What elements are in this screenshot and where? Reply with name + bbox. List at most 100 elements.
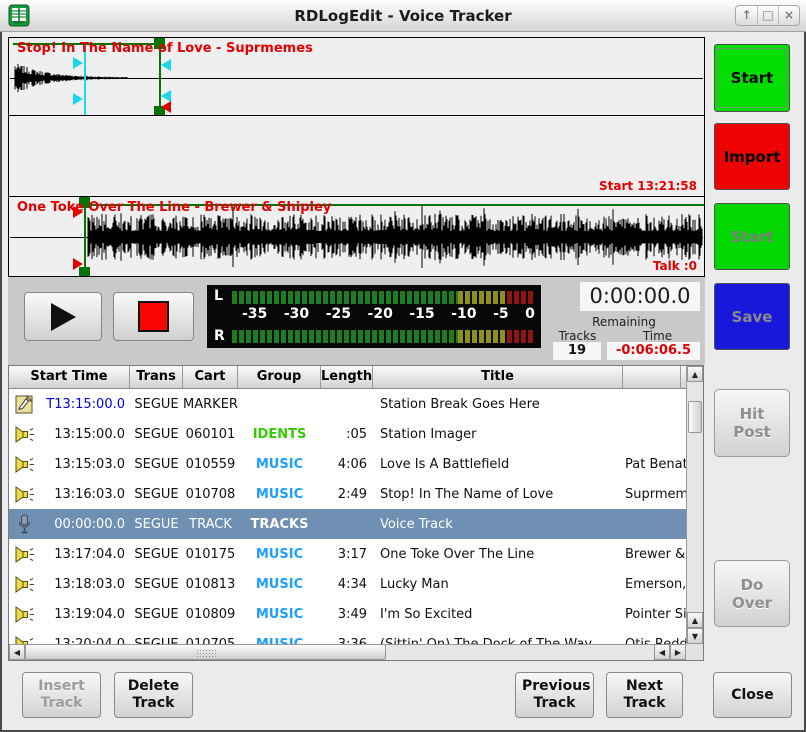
waveform-editor: Stop! In The Name of Love - Suprmemes St… xyxy=(8,37,705,277)
start-record-button[interactable]: Start xyxy=(714,44,790,112)
cell-length: 3:49 xyxy=(321,607,373,622)
remaining-tracks-value: 19 xyxy=(553,342,601,360)
cell-cart: 060101 xyxy=(183,427,238,442)
scroll-left-button[interactable]: ◀ xyxy=(9,644,25,660)
table-row[interactable]: 13:17:04.0SEGUE010175MUSIC3:17One Toke O… xyxy=(9,539,686,569)
cell-start-time: 13:15:00.0 xyxy=(36,427,130,442)
cell-length: 4:34 xyxy=(321,577,373,592)
maximize-window-button[interactable]: □ xyxy=(757,6,778,25)
cell-title: Station Break Goes Here xyxy=(373,397,623,412)
table-row[interactable]: 00:00:00.0SEGUETRACKTRACKSVoice Track xyxy=(9,509,686,539)
playhead-marker-icon[interactable] xyxy=(73,93,83,105)
column-header-trans[interactable]: Trans xyxy=(130,366,183,389)
cell-length: 3:36 xyxy=(321,637,373,645)
remaining-time-value: -0:06:06.5 xyxy=(607,342,700,360)
shade-window-button[interactable]: ↑ xyxy=(736,6,757,25)
table-row[interactable]: 13:16:03.0SEGUE010708MUSIC2:49Stop! In T… xyxy=(9,479,686,509)
cell-title: Lucky Man xyxy=(373,577,623,592)
cell-title: Love Is A Battlefield xyxy=(373,457,623,472)
column-header-cart[interactable]: Cart xyxy=(183,366,238,389)
transport-bar: L -35-30-25-20-15-10-50 R 0:00:00.0 Rema… xyxy=(8,277,705,365)
horizontal-scroll-thumb[interactable] xyxy=(25,644,386,660)
scroll-grip-icon xyxy=(196,649,216,658)
close-button[interactable]: Close xyxy=(713,672,792,718)
vu-scale-tick: -25 xyxy=(326,306,351,322)
import-button[interactable]: Import xyxy=(714,123,790,190)
do-over-button[interactable]: Do Over xyxy=(714,560,790,627)
vu-scale-tick: -10 xyxy=(451,306,476,322)
table-row[interactable]: T13:15:00.0SEGUEMARKERStation Break Goes… xyxy=(9,389,686,419)
cell-group: MUSIC xyxy=(238,487,321,502)
talk-time-annotation: Talk :0 xyxy=(653,259,697,273)
column-header-length[interactable]: Length xyxy=(321,366,373,389)
track-panel-next-event[interactable]: One Toke Over The Line - Brewer & Shiple… xyxy=(8,196,705,277)
previous-track-title: Stop! In The Name of Love - Suprmemes xyxy=(17,41,313,56)
hit-post-button[interactable]: Hit Post xyxy=(714,389,790,457)
vertical-scrollbar[interactable]: ▲ ▲ ▼ xyxy=(686,366,703,644)
scroll-down-button[interactable]: ▼ xyxy=(687,628,703,644)
cell-cart: 010813 xyxy=(183,577,238,592)
table-row[interactable]: 13:15:03.0SEGUE010559MUSIC4:06Love Is A … xyxy=(9,449,686,479)
table-row[interactable]: 13:15:00.0SEGUE060101IDENTS:05Station Im… xyxy=(9,419,686,449)
scroll-up-button[interactable]: ▲ xyxy=(687,612,703,628)
remaining-time-label: Time xyxy=(615,329,700,343)
cell-group: TRACKS xyxy=(238,517,321,532)
cell-transition: SEGUE xyxy=(130,457,183,472)
vu-meter-scale: -35-30-25-20-15-10-50 xyxy=(232,306,535,322)
start-playback-button[interactable]: Start xyxy=(714,203,790,270)
elapsed-time-display: 0:00:00.0 xyxy=(580,282,700,311)
stop-button[interactable] xyxy=(113,292,194,341)
start-time-annotation: Start 13:21:58 xyxy=(599,179,697,193)
vu-scale-tick: -30 xyxy=(284,306,309,322)
cell-artist: Suprmemes xyxy=(623,487,686,502)
column-header-start-time[interactable]: Start Time xyxy=(9,366,130,389)
next-track-button[interactable]: Next Track xyxy=(606,672,683,718)
track-panel-voice-track[interactable]: Start 13:21:58 xyxy=(8,115,705,197)
cell-title: Voice Track xyxy=(373,517,623,532)
cell-group: IDENTS xyxy=(238,427,321,442)
close-window-button[interactable]: × xyxy=(778,6,799,25)
playhead-marker-icon[interactable] xyxy=(73,57,83,69)
speaker-icon xyxy=(9,426,36,443)
column-header-blank[interactable] xyxy=(623,366,681,389)
play-icon xyxy=(51,303,76,331)
cell-cart: 010175 xyxy=(183,547,238,562)
vertical-scroll-thumb[interactable] xyxy=(688,401,702,433)
scroll-left-button[interactable]: ◀ xyxy=(654,644,670,660)
note-icon xyxy=(9,395,36,414)
cell-start-time: 00:00:00.0 xyxy=(36,517,130,532)
track-panel-previous-event[interactable]: Stop! In The Name of Love - Suprmemes xyxy=(8,37,705,116)
cell-start-time: T13:15:00.0 xyxy=(36,397,130,412)
cell-length: :05 xyxy=(321,427,373,442)
titlebar: RDLogEdit - Voice Tracker ↑ □ × xyxy=(0,0,806,32)
cell-title: I'm So Excited xyxy=(373,607,623,622)
column-header-group[interactable]: Group xyxy=(238,366,321,389)
cell-cart: 010708 xyxy=(183,487,238,502)
save-button[interactable]: Save xyxy=(714,283,790,350)
scroll-right-button[interactable]: ▶ xyxy=(670,644,686,660)
vu-scale-tick: -5 xyxy=(493,306,509,322)
cell-group: MUSIC xyxy=(238,547,321,562)
cell-start-time: 13:17:04.0 xyxy=(36,547,130,562)
cell-cart: MARKER xyxy=(183,397,238,412)
cell-artist: Otis Redding xyxy=(623,637,686,645)
cell-group: MUSIC xyxy=(238,577,321,592)
play-button[interactable] xyxy=(24,292,102,341)
cell-artist: Pat Benatar xyxy=(623,457,686,472)
start-marker-icon[interactable] xyxy=(73,258,83,270)
vu-scale-tick: -15 xyxy=(409,306,434,322)
insert-track-button[interactable]: Insert Track xyxy=(22,672,101,718)
cell-artist: Brewer & Shipley xyxy=(623,547,686,562)
table-row[interactable]: 13:19:04.0SEGUE010809MUSIC3:49I'm So Exc… xyxy=(9,599,686,629)
scroll-up-button[interactable]: ▲ xyxy=(687,366,703,382)
cell-group: MUSIC xyxy=(238,457,321,472)
table-row[interactable]: 13:18:03.0SEGUE010813MUSIC4:34Lucky ManE… xyxy=(9,569,686,599)
delete-track-button[interactable]: Delete Track xyxy=(114,672,193,718)
speaker-icon xyxy=(9,576,36,593)
table-row[interactable]: 13:20:04.0SEGUE010705MUSIC3:36(Sittin' O… xyxy=(9,629,686,644)
horizontal-scrollbar[interactable]: ◀ ◀ ▶ xyxy=(9,644,686,660)
previous-track-button[interactable]: Previous Track xyxy=(515,672,594,718)
column-header-title[interactable]: Title xyxy=(373,366,623,389)
segue-marker-icon[interactable] xyxy=(161,59,171,71)
end-marker-icon[interactable] xyxy=(161,101,171,113)
